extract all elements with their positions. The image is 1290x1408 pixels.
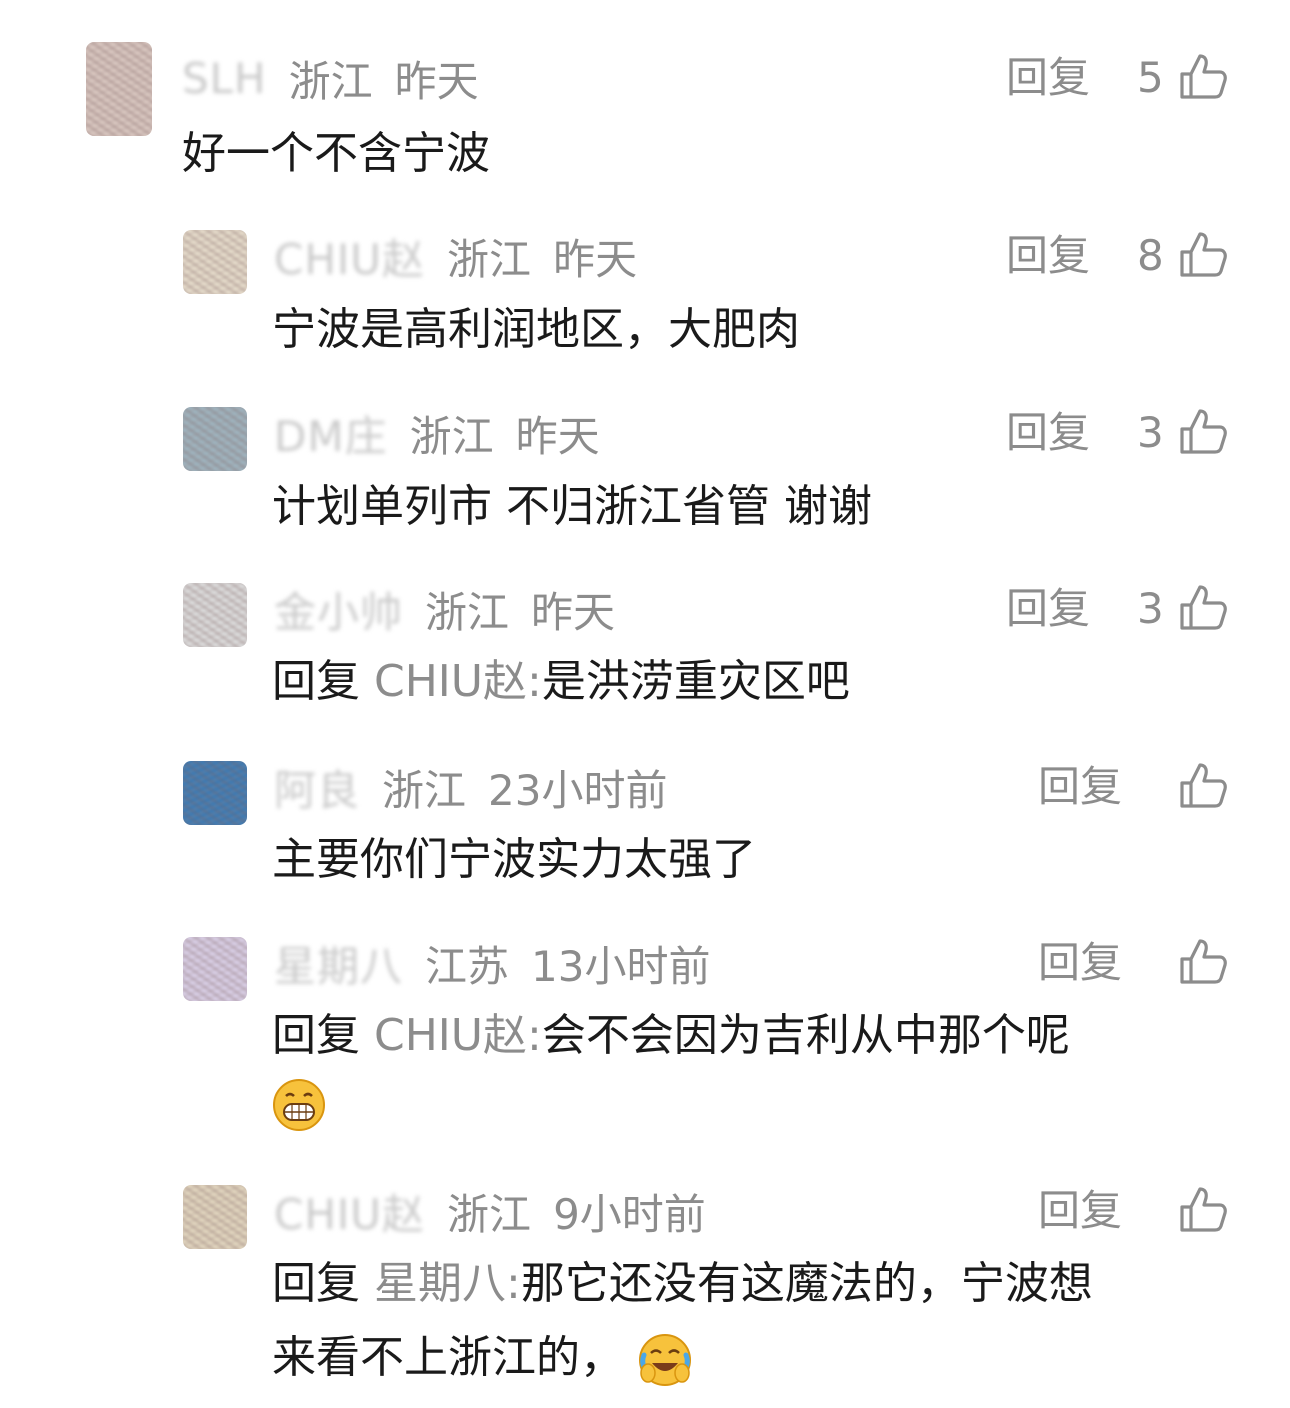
region: 浙江 [447, 234, 532, 284]
reply-button[interactable]: 回复 [1006, 579, 1090, 639]
reply-button[interactable]: 回复 [1006, 226, 1090, 286]
avatar[interactable] [183, 407, 247, 471]
comment-meta: CHIU赵 浙江 昨天 [274, 226, 637, 286]
region: 浙江 [409, 411, 494, 461]
reply-button[interactable]: 回复 [1038, 757, 1122, 817]
thumbs-up-icon[interactable] [1178, 230, 1228, 280]
reply-prefix: 回复 [272, 656, 360, 707]
laugh-cry-emoji [639, 1334, 691, 1386]
comment-text: 主要你们宁波实力太强了 [272, 834, 756, 885]
comment-text: 宁波是高利润地区，大肥肉 [272, 304, 800, 355]
username[interactable]: 星期八 [274, 933, 403, 994]
comment-body: 是洪涝重灾区吧 [541, 656, 850, 707]
timestamp: 昨天 [394, 56, 479, 106]
comment-text: 好一个不含宁波 [182, 128, 490, 179]
username[interactable]: DM庄 [274, 403, 388, 464]
timestamp: 昨天 [515, 411, 600, 461]
comment-text-line-2: 来看不上浙江的， [272, 1322, 692, 1394]
reply-button[interactable]: 回复 [1038, 1181, 1122, 1241]
like-count: 3 [1137, 584, 1164, 633]
grinning-emoji [273, 1079, 325, 1131]
comment-meta: CHIU赵 浙江 9小时前 [274, 1181, 706, 1241]
region: 江苏 [425, 941, 510, 991]
comment-meta: 星期八 江苏 13小时前 [274, 933, 710, 993]
reply-button[interactable]: 回复 [1038, 933, 1122, 993]
username[interactable]: 金小帅 [274, 579, 403, 640]
timestamp: 23小时前 [488, 765, 668, 815]
avatar[interactable] [183, 230, 247, 294]
avatar[interactable] [183, 761, 247, 825]
timestamp: 9小时前 [553, 1189, 706, 1239]
comment-text: 计划单列市 不归浙江省管 谢谢 [272, 481, 872, 532]
region: 浙江 [425, 587, 510, 637]
comment-meta: DM庄 浙江 昨天 [274, 403, 600, 463]
timestamp: 昨天 [553, 234, 638, 284]
region: 浙江 [288, 56, 373, 106]
comment-body: 会不会因为吉利从中那个呢 [541, 1010, 1070, 1061]
mention-link[interactable]: CHIU赵: [374, 656, 542, 707]
comment-meta: 金小帅 浙江 昨天 [274, 579, 615, 639]
thumbs-up-icon[interactable] [1178, 52, 1228, 102]
username[interactable]: CHIU赵 [274, 226, 425, 287]
username[interactable]: 阿良 [274, 757, 360, 818]
avatar[interactable] [86, 42, 152, 136]
comment-meta: SLH 浙江 昨天 [182, 48, 479, 108]
mention-link[interactable]: 星期八: [374, 1258, 521, 1309]
like-count: 3 [1137, 408, 1164, 457]
thumbs-up-icon[interactable] [1178, 761, 1228, 811]
reply-button[interactable]: 回复 [1006, 403, 1090, 463]
thumbs-up-icon[interactable] [1178, 1185, 1228, 1235]
reply-prefix: 回复 [272, 1010, 360, 1061]
reply-button[interactable]: 回复 [1006, 48, 1090, 108]
comment-text: 回复 CHIU赵:会不会因为吉利从中那个呢 [272, 1000, 1070, 1072]
comment-text: 回复 CHIU赵:是洪涝重灾区吧 [272, 646, 850, 718]
region: 浙江 [447, 1189, 532, 1239]
region: 浙江 [382, 765, 467, 815]
username[interactable]: SLH [182, 54, 267, 103]
comment-body: 那它还没有这魔法的，宁波想 [520, 1258, 1093, 1309]
thumbs-up-icon[interactable] [1178, 407, 1228, 457]
avatar[interactable] [183, 1185, 247, 1249]
thumbs-up-icon[interactable] [1178, 583, 1228, 633]
reply-prefix: 回复 [272, 1258, 360, 1309]
like-count: 8 [1137, 231, 1164, 280]
avatar[interactable] [183, 937, 247, 1001]
thumbs-up-icon[interactable] [1178, 937, 1228, 987]
comment-body-continued: 来看不上浙江的， [272, 1332, 624, 1383]
username[interactable]: CHIU赵 [274, 1181, 425, 1242]
comment-text: 回复 星期八:那它还没有这魔法的，宁波想 [272, 1248, 1093, 1320]
comment-meta: 阿良 浙江 23小时前 [274, 757, 667, 817]
like-count: 5 [1137, 53, 1164, 102]
avatar[interactable] [183, 583, 247, 647]
timestamp: 13小时前 [531, 941, 711, 991]
mention-link[interactable]: CHIU赵: [374, 1010, 542, 1061]
timestamp: 昨天 [531, 587, 616, 637]
